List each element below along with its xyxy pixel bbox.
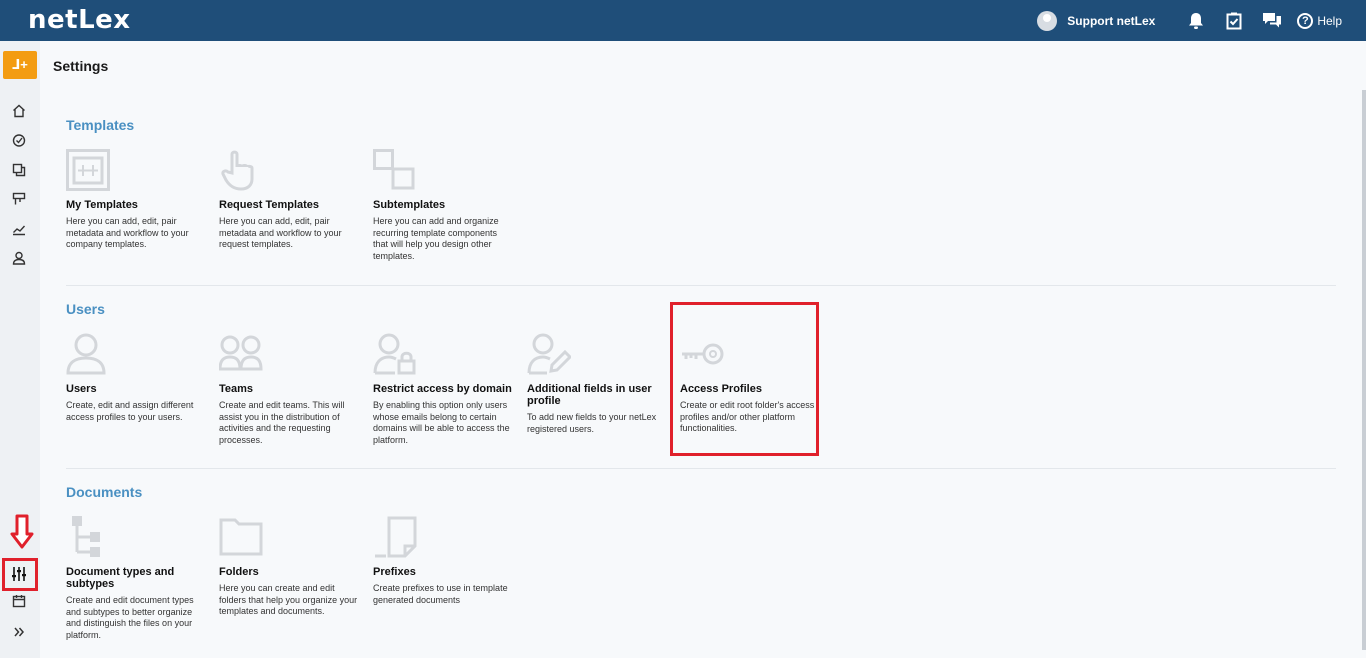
card-prefixes[interactable]: Prefixes Create prefixes to use in templ…: [373, 514, 513, 606]
card-description: Here you can create and edit folders tha…: [219, 583, 358, 616]
card-description: Create, edit and assign different access…: [66, 400, 194, 422]
analytics-icon[interactable]: [8, 218, 30, 240]
section-title-users: Users: [66, 301, 105, 317]
card-title: My Templates: [66, 199, 138, 211]
hierarchy-icon: [66, 514, 116, 558]
card-description: To add new fields to your netLex registe…: [527, 412, 657, 434]
section-divider: [66, 468, 1336, 469]
card-restrict-access-by-domain[interactable]: Restrict access by domain By enabling th…: [373, 331, 513, 446]
card-description: Here you can add, edit, pair metadata an…: [219, 216, 342, 249]
kanban-icon[interactable]: [8, 188, 30, 210]
card-request-templates[interactable]: Request Templates Here you can add, edit…: [219, 147, 359, 251]
card-teams[interactable]: Teams Create and edit teams. This will a…: [219, 331, 359, 446]
help-icon: ?: [1297, 12, 1314, 29]
folder-icon: [219, 514, 269, 558]
card-title: Document types and subtypes: [66, 566, 175, 590]
hand-pointer-icon: [219, 147, 269, 191]
help-button[interactable]: ? Help: [1297, 12, 1342, 29]
card-title: Subtemplates: [373, 199, 446, 211]
chat-icon[interactable]: [1253, 0, 1291, 41]
card-additional-fields-in-user-profile[interactable]: Additional fields in user profile To add…: [527, 331, 667, 435]
card-my-templates[interactable]: My Templates Here you can add, edit, pai…: [66, 147, 206, 251]
template-grid-icon: [66, 147, 116, 191]
card-description: Create and edit teams. This will assist …: [219, 400, 345, 445]
expand-icon[interactable]: [8, 621, 30, 643]
card-description: By enabling this option only users whose…: [373, 400, 510, 445]
clipboard-check-icon[interactable]: [1215, 0, 1253, 41]
card-title: Users: [66, 383, 97, 395]
card-description: Create prefixes to use in template gener…: [373, 583, 508, 605]
home-icon[interactable]: [8, 100, 30, 122]
card-title: Teams: [219, 383, 254, 395]
brand-shortcut-button[interactable]: ᒧ+: [3, 51, 37, 79]
user-lock-icon: [373, 331, 423, 375]
card-users[interactable]: Users Create, edit and assign different …: [66, 331, 206, 423]
card-title: Folders: [219, 566, 259, 578]
card-document-types-and-subtypes[interactable]: Document types and subtypes Create and e…: [66, 514, 206, 641]
subtemplate-blocks-icon: [373, 147, 423, 191]
card-folders[interactable]: Folders Here you can create and edit fol…: [219, 514, 359, 618]
page-title: Settings: [53, 58, 109, 74]
card-title: Additional fields in user profile: [527, 383, 652, 407]
team-icon: [219, 331, 269, 375]
user-avatar-icon: [1037, 10, 1058, 31]
card-description: Create and edit document types and subty…: [66, 595, 194, 640]
section-divider: [66, 285, 1336, 286]
card-title: Request Templates: [219, 199, 320, 211]
highlight-box: [670, 302, 819, 456]
user-icon[interactable]: [8, 247, 30, 269]
card-subtemplates[interactable]: Subtemplates Here you can add and organi…: [373, 147, 513, 262]
card-description: Here you can add, edit, pair metadata an…: [66, 216, 189, 249]
bell-icon[interactable]: [1177, 0, 1215, 41]
card-description: Here you can add and organize recurring …: [373, 216, 499, 261]
section-title-documents: Documents: [66, 484, 143, 500]
top-bar-actions: Support netLex ? Help: [1037, 0, 1366, 41]
section-title-templates: Templates: [66, 117, 135, 133]
prefix-document-icon: [373, 514, 423, 558]
calendar-icon[interactable]: [8, 590, 30, 612]
red-arrow-annotation: [10, 514, 34, 555]
documents-icon[interactable]: [8, 159, 30, 181]
page-scrollbar[interactable]: [1362, 90, 1366, 650]
user-edit-icon: [527, 331, 577, 375]
top-bar: netLex Support netLex ? Help: [0, 0, 1366, 41]
card-title: Prefixes: [373, 566, 416, 578]
user-menu[interactable]: Support netLex: [1037, 10, 1156, 31]
sidebar: ᒧ+: [0, 41, 40, 658]
settings-sliders-icon[interactable]: [8, 563, 30, 585]
user-icon: [66, 331, 116, 375]
card-title: Restrict access by domain: [373, 383, 512, 395]
dashboard-icon[interactable]: [8, 129, 30, 151]
user-name: Support netLex: [1067, 13, 1156, 28]
help-label: Help: [1317, 13, 1342, 28]
netlex-logo[interactable]: netLex: [28, 5, 131, 35]
